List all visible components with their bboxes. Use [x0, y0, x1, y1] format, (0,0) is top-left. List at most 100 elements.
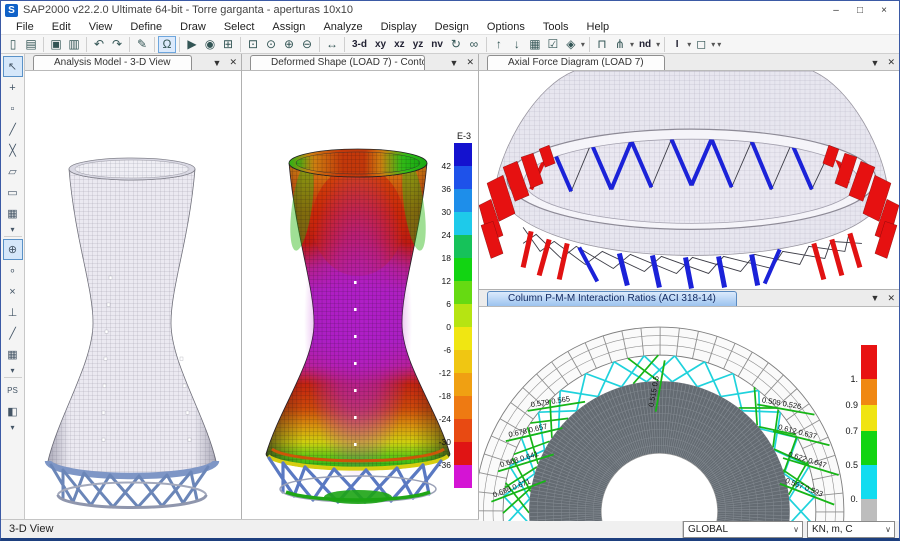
tools-more-caret[interactable]: ▾: [3, 422, 23, 432]
tab-deformed-shape[interactable]: Deformed Shape (LOAD 7) - Contours for A…: [250, 55, 425, 70]
view-3d-button[interactable]: 3-d: [348, 36, 371, 53]
open-model-button[interactable]: ▤: [22, 36, 40, 53]
sap2000-window: S SAP2000 v22.2.0 Ultimate 64-bit - Torr…: [0, 0, 900, 541]
save-model-button[interactable]: ▣: [47, 36, 65, 53]
select-all-button[interactable]: ☑: [544, 36, 562, 53]
ps-tool-button[interactable]: PS: [3, 380, 23, 401]
draw-quick-area-button[interactable]: ▦: [3, 203, 23, 224]
nd-display-button[interactable]: nd: [635, 36, 655, 53]
snap-midpoints-button[interactable]: ∘: [3, 260, 23, 281]
units-dropdown[interactable]: KN, m, C ∨: [807, 521, 895, 538]
view-nv-button[interactable]: nv: [427, 36, 447, 53]
axial-force-view[interactable]: [479, 71, 899, 289]
menu-help[interactable]: Help: [578, 21, 619, 33]
snap-lines-button[interactable]: ╱: [3, 323, 23, 344]
snap-more-caret[interactable]: ▾: [3, 365, 23, 375]
draw-poly-area-button[interactable]: ▱: [3, 161, 23, 182]
draw-more-caret[interactable]: ▾: [3, 224, 23, 234]
deformed-shape-view[interactable]: E-3 42: [242, 71, 478, 519]
menu-design[interactable]: Design: [426, 21, 478, 33]
axial-close-icon[interactable]: ✕: [887, 57, 895, 68]
tab-analysis-model[interactable]: Analysis Model - 3-D View: [33, 55, 192, 70]
view-yz-button[interactable]: yz: [409, 36, 428, 53]
menu-tools[interactable]: Tools: [534, 21, 578, 33]
redo-button[interactable]: ↷: [108, 36, 126, 53]
reshape-tool-button[interactable]: +: [3, 77, 23, 98]
show-tables-button[interactable]: ⊞: [219, 36, 237, 53]
run-analysis-button[interactable]: ▶: [183, 36, 201, 53]
draw-wall-button[interactable]: ⋔: [611, 36, 629, 53]
nd-dropdown-caret[interactable]: ▾: [656, 40, 660, 49]
pmm-dropdown-caret[interactable]: ▼: [871, 293, 880, 303]
snap-perpendicular-button[interactable]: ⊥: [3, 302, 23, 323]
isection-dropdown-caret[interactable]: ▾: [687, 40, 691, 49]
perspective-button[interactable]: ∞: [465, 36, 483, 53]
lock-model-button[interactable]: Ω: [158, 36, 176, 53]
rotate-view-button[interactable]: ↻: [447, 36, 465, 53]
menu-select[interactable]: Select: [215, 21, 264, 33]
view-xz-button[interactable]: xz: [390, 36, 409, 53]
wall-dropdown-caret[interactable]: ▾: [630, 40, 634, 49]
menu-options[interactable]: Options: [478, 21, 534, 33]
area-dropdown-caret[interactable]: ▾: [711, 40, 715, 49]
axial-dropdown-caret[interactable]: ▼: [871, 58, 880, 68]
menu-assign[interactable]: Assign: [263, 21, 314, 33]
pmm-plan-view[interactable]: 0.515 0.5 0.579 0.565 0.678 0.657 0.668 …: [479, 307, 899, 522]
view-xy-button[interactable]: xy: [371, 36, 390, 53]
move-up-list-button[interactable]: ↑: [490, 36, 508, 53]
shrink-dropdown-caret[interactable]: ▾: [581, 40, 585, 49]
zoom-window-icon: ⊡: [248, 37, 258, 51]
pmm-close-icon[interactable]: ✕: [887, 293, 895, 304]
coord-system-dropdown[interactable]: GLOBAL ∨: [683, 521, 803, 538]
menu-display[interactable]: Display: [372, 21, 426, 33]
tab-pmm-ratios[interactable]: Column P-M-M Interaction Ratios (ACI 318…: [487, 291, 737, 306]
zoom-window-button[interactable]: ⊡: [244, 36, 262, 53]
draw-rect-area-button[interactable]: ▭: [3, 182, 23, 203]
undo-button[interactable]: ↶: [90, 36, 108, 53]
draw-braces-button[interactable]: ╳: [3, 140, 23, 161]
refresh-window-button[interactable]: ✎: [133, 36, 151, 53]
close-button[interactable]: ×: [873, 3, 895, 17]
zoom-in-button[interactable]: ⊕: [280, 36, 298, 53]
analysis-3d-view[interactable]: [25, 71, 241, 519]
snap-grid-button[interactable]: ▦: [3, 344, 23, 365]
isection-button[interactable]: I: [668, 36, 686, 53]
menu-file[interactable]: File: [7, 21, 43, 33]
object-shrink-button[interactable]: ◈: [562, 36, 580, 53]
axial-viewport-header: Axial Force Diagram (LOAD 7) ▼ ✕: [479, 54, 899, 71]
menu-analyze[interactable]: Analyze: [314, 21, 371, 33]
viewport-analysis-model: Analysis Model - 3-D View ▼ ✕: [25, 54, 242, 519]
new-model-button[interactable]: ▯: [4, 36, 22, 53]
draw-joint-button[interactable]: ▫: [3, 98, 23, 119]
main-toolbar: ▯ ▤ ▣ ▥ ↶ ↷ ✎ Ω ▶ ◉ ⊞ ⊡ ⊙ ⊕ ⊖ ↔ 3-d xy x…: [1, 34, 899, 54]
section-cut-button[interactable]: ◧: [3, 401, 23, 422]
svg-text:36: 36: [442, 184, 452, 194]
menu-view[interactable]: View: [80, 21, 122, 33]
deformed-close-icon[interactable]: ✕: [466, 57, 474, 68]
snap-joints-button[interactable]: ⊕: [3, 239, 23, 260]
coord-system-value: GLOBAL: [688, 524, 744, 535]
more-dropdown-caret[interactable]: ▾: [717, 40, 721, 49]
menu-draw[interactable]: Draw: [171, 21, 215, 33]
zoom-out-button[interactable]: ⊖: [298, 36, 316, 53]
deformed-dropdown-caret[interactable]: ▼: [450, 58, 459, 68]
move-down-list-button[interactable]: ↓: [508, 36, 526, 53]
printer-icon: ▥: [68, 37, 79, 51]
area-display-button[interactable]: ◻: [692, 36, 710, 53]
object-models-button[interactable]: ▦: [526, 36, 544, 53]
draw-frame-tool-button[interactable]: ╱: [3, 119, 23, 140]
pan-button[interactable]: ↔: [323, 36, 341, 53]
snap-intersections-button[interactable]: ×: [3, 281, 23, 302]
maximize-button[interactable]: □: [849, 3, 871, 17]
zoom-full-button[interactable]: ⊙: [262, 36, 280, 53]
run-animation-button[interactable]: ◉: [201, 36, 219, 53]
pointer-tool-button[interactable]: ↖: [3, 56, 23, 77]
menu-define[interactable]: Define: [121, 21, 171, 33]
analysis-dropdown-caret[interactable]: ▼: [213, 58, 222, 68]
menu-edit[interactable]: Edit: [43, 21, 80, 33]
print-button[interactable]: ▥: [65, 36, 83, 53]
analysis-close-icon[interactable]: ✕: [229, 57, 237, 68]
tab-axial-force[interactable]: Axial Force Diagram (LOAD 7): [487, 55, 665, 70]
draw-frame-button[interactable]: ⊓: [593, 36, 611, 53]
minimize-button[interactable]: –: [825, 3, 847, 17]
